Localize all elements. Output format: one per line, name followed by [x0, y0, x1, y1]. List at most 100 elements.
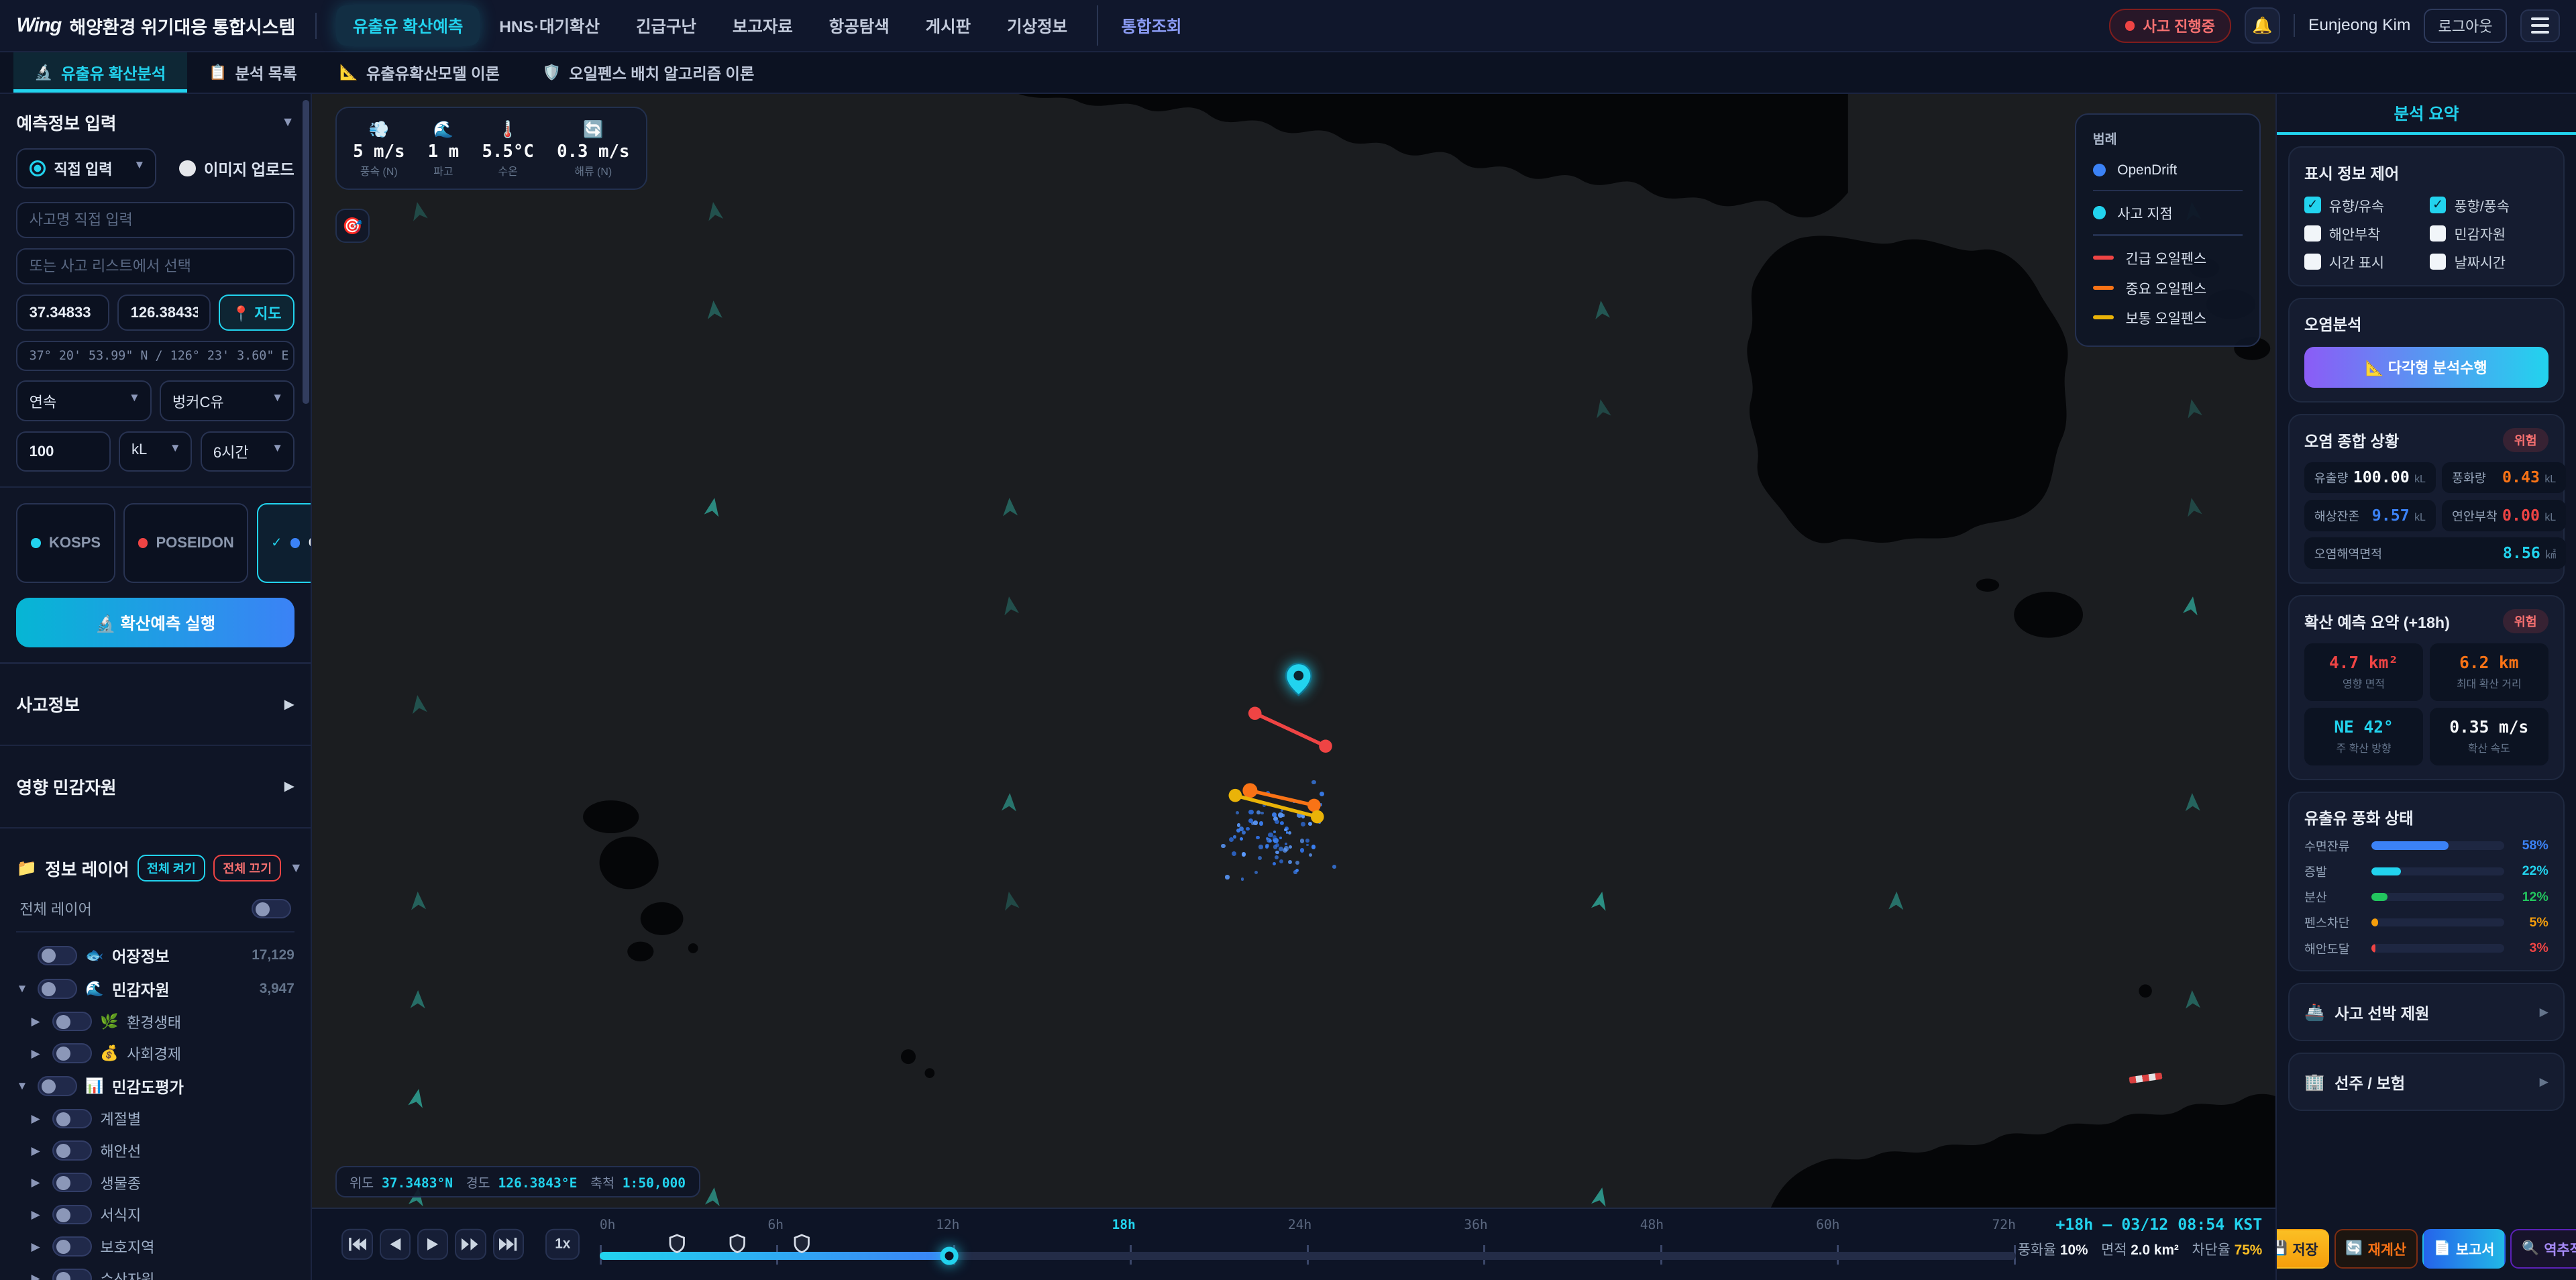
expand-arrow-icon[interactable]: ▶ — [32, 1014, 45, 1028]
expand-arrow-icon[interactable]: ▶ — [32, 1144, 45, 1158]
nav-menu-item[interactable]: 긴급구난 — [619, 5, 712, 45]
sidebar-scrollbar[interactable] — [303, 100, 309, 404]
action-button[interactable]: 💾 저장 — [2275, 1229, 2329, 1268]
display-checkbox[interactable]: 유향/유속 — [2304, 195, 2423, 215]
incident-name-input[interactable] — [16, 202, 294, 238]
model-chip[interactable]: POSEIDON — [123, 503, 248, 584]
spill-type-select[interactable]: 연속 — [16, 380, 151, 421]
playback-speed-button[interactable]: 1x — [545, 1229, 580, 1261]
amount-input[interactable] — [16, 431, 110, 472]
tab-item[interactable]: 🛡️ 오일펜스 배치 알고리즘 이론 — [521, 52, 775, 92]
expand-arrow-icon[interactable]: ▶ — [32, 1240, 45, 1254]
latitude-input[interactable] — [16, 295, 109, 331]
all-layers-on-button[interactable]: 전체 켜기 — [138, 855, 205, 882]
play-button[interactable] — [417, 1229, 449, 1261]
timeline-track[interactable] — [600, 1252, 2016, 1260]
expand-arrow-icon[interactable]: ▶ — [32, 1175, 45, 1189]
expand-arrow-icon[interactable]: ▶ — [32, 1047, 45, 1061]
timeline-tick-label[interactable]: 12h — [936, 1217, 959, 1232]
layer-toggle[interactable] — [38, 946, 77, 965]
timeline-tick-label[interactable]: 48h — [1640, 1217, 1664, 1232]
nav-menu-item[interactable]: 항공탐색 — [812, 5, 906, 45]
logout-button[interactable]: 로그아웃 — [2424, 9, 2507, 43]
timeline-tick-label[interactable]: 0h — [600, 1217, 616, 1232]
expand-arrow-icon[interactable]: ▼ — [16, 981, 30, 996]
nav-menu-item[interactable]: 기상정보 — [991, 5, 1084, 45]
layer-toggle[interactable] — [52, 1205, 92, 1224]
layer-toggle[interactable] — [52, 1043, 92, 1063]
radio-image-upload[interactable]: 이미지 업로드 — [179, 148, 294, 189]
display-checkbox[interactable]: 해안부착 — [2304, 223, 2423, 244]
display-checkbox[interactable]: 풍향/풍속 — [2430, 195, 2548, 215]
action-button[interactable]: 🔍 역추적 — [2510, 1229, 2576, 1268]
timeline-tick-label[interactable]: 72h — [1992, 1217, 2016, 1232]
longitude-input[interactable] — [117, 295, 211, 331]
map-canvas[interactable]: 💨 5 m/s 풍속 (N) 🌊 1 m 파고 🌡️ — [312, 94, 2275, 1208]
step-back-button[interactable] — [380, 1229, 411, 1261]
tab-item[interactable]: 🔬 유출유 확산분석 — [13, 52, 188, 92]
map-pick-button[interactable]: 📍 지도 — [219, 295, 294, 331]
hamburger-menu-button[interactable] — [2520, 9, 2560, 42]
expand-arrow-icon[interactable]: ▼ — [16, 1079, 30, 1093]
unit-select[interactable]: kL — [119, 431, 193, 472]
nav-menu-item[interactable]: 유출유 확산예측 — [336, 5, 479, 45]
sidebar-section-header[interactable]: 사고정보 ▶ — [16, 679, 294, 730]
layer-toggle[interactable] — [52, 1236, 92, 1256]
duration-select[interactable]: 6시간 — [201, 431, 294, 472]
display-checkbox[interactable]: 시간 표시 — [2304, 252, 2423, 272]
layer-toggle[interactable] — [52, 1173, 92, 1192]
action-button[interactable]: 📄 보고서 — [2422, 1229, 2506, 1268]
run-prediction-button[interactable]: 🔬 확산예측 실행 — [16, 598, 294, 647]
nav-menu-item[interactable]: 통합조회 — [1097, 5, 1198, 45]
layer-row: ▶ 해안선 — [16, 1134, 294, 1167]
fast-forward-button[interactable] — [455, 1229, 486, 1261]
hamburger-icon — [2531, 24, 2549, 27]
layer-toggle[interactable] — [52, 1140, 92, 1160]
all-layers-off-button[interactable]: 전체 끄기 — [213, 855, 281, 882]
collapsed-section[interactable]: 🏢 선주 / 보험 ▶ — [2288, 1053, 2565, 1111]
tab-item[interactable]: 📐 유출유확산모델 이론 — [318, 52, 521, 92]
collapse-caret-icon[interactable]: ▼ — [290, 861, 303, 876]
tab-item[interactable]: 📋 분석 목록 — [187, 52, 318, 92]
timeline-tick-label[interactable]: 60h — [1816, 1217, 1839, 1232]
model-chip[interactable]: ✓ OpenDrift — [257, 503, 313, 584]
collapsed-section[interactable]: 🚢 사고 선박 제원 ▶ — [2288, 983, 2565, 1041]
expand-arrow-icon[interactable]: ▶ — [32, 1208, 45, 1222]
incident-list-input[interactable] — [16, 248, 294, 284]
layer-toggle[interactable] — [52, 1269, 92, 1280]
locate-incident-button[interactable]: 🎯 — [335, 209, 370, 243]
timeline-stat: 면적 2.0 km² — [2101, 1238, 2179, 1259]
incident-pin-icon[interactable] — [1285, 662, 1313, 696]
polygon-analysis-button[interactable]: 📐 다각형 분석수행 — [2304, 347, 2548, 388]
expand-arrow-icon[interactable]: ▶ — [32, 1271, 45, 1279]
display-checkbox[interactable]: 날짜시간 — [2430, 252, 2548, 272]
oil-type-select[interactable]: 벙커C유 — [160, 380, 294, 421]
model-chip[interactable]: KOSPS — [16, 503, 115, 584]
notifications-button[interactable]: 🔔 — [2245, 7, 2281, 44]
skip-start-button[interactable] — [341, 1229, 373, 1261]
action-button[interactable]: 🔄 재계산 — [2334, 1229, 2418, 1268]
fence-deploy-marker-icon[interactable] — [729, 1234, 745, 1253]
nav-menu-item[interactable]: 게시판 — [909, 5, 987, 45]
layer-toggle[interactable] — [52, 1109, 92, 1128]
collapse-caret-icon[interactable]: ▼ — [281, 115, 294, 130]
display-checkbox[interactable]: 민감자원 — [2430, 223, 2548, 244]
timeline-thumb[interactable] — [941, 1246, 959, 1265]
timeline-tick-label[interactable]: 36h — [1464, 1217, 1487, 1232]
fence-deploy-marker-icon[interactable] — [794, 1234, 810, 1253]
expand-arrow-icon[interactable]: ▶ — [32, 1112, 45, 1126]
bar-track — [2371, 944, 2504, 952]
radio-direct-input[interactable]: 직접 입력 — [16, 148, 156, 189]
layer-toggle[interactable] — [38, 979, 77, 998]
layer-toggle[interactable] — [52, 1012, 92, 1031]
nav-menu-item[interactable]: HNS·대기확산 — [483, 5, 616, 45]
skip-end-button[interactable] — [493, 1229, 525, 1261]
timeline-tick-label[interactable]: 24h — [1288, 1217, 1311, 1232]
layer-toggle[interactable] — [38, 1076, 77, 1096]
nav-menu-item[interactable]: 보고자료 — [716, 5, 809, 45]
timeline-tick-label[interactable]: 18h — [1112, 1217, 1135, 1232]
fence-deploy-marker-icon[interactable] — [669, 1234, 685, 1253]
sidebar-section-header[interactable]: 영향 민감자원 ▶ — [16, 761, 294, 812]
all-layers-toggle[interactable] — [252, 899, 291, 918]
timeline-tick-label[interactable]: 6h — [767, 1217, 784, 1232]
